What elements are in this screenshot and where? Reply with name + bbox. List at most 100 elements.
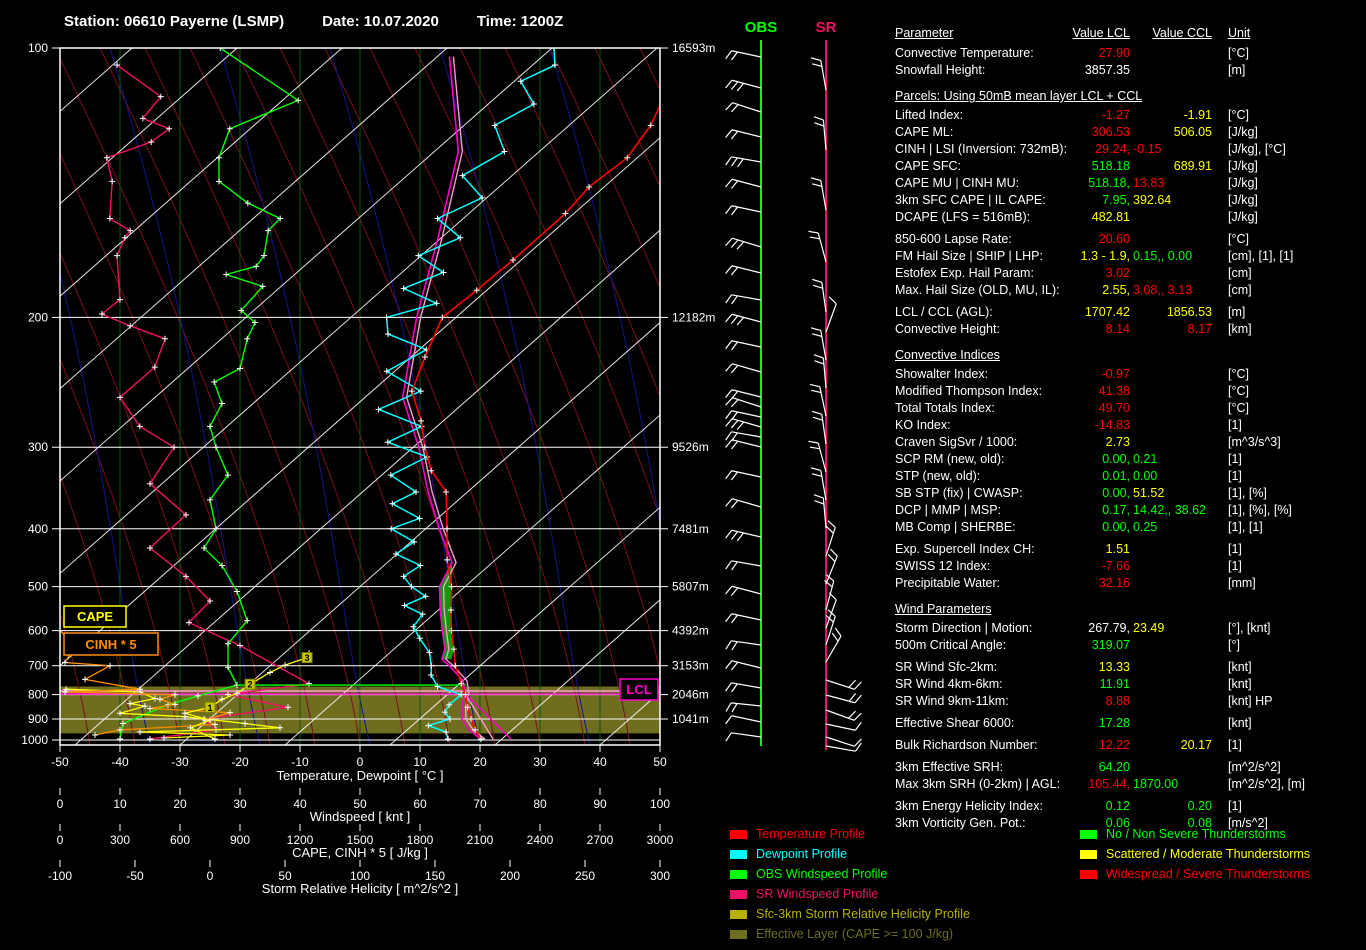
- param-label: Convective Height:: [895, 322, 1000, 336]
- param-label: SCP RM (new, old):: [895, 452, 1005, 466]
- height-tick-label: 9526m: [672, 440, 709, 454]
- value-extra: 1870.00: [1133, 777, 1178, 791]
- value-ccl: -1.91: [1135, 108, 1212, 122]
- table-row: 3km Effective SRH:64.20[m^2/s^2]: [895, 760, 1365, 777]
- table-row: DCP | MMP | MSP:0.17, 14.42,, 38.62[1], …: [895, 503, 1365, 520]
- wind-barb: [726, 206, 761, 215]
- unit-label: [J/kg]: [1228, 125, 1258, 139]
- svg-text:CAPE: CAPE: [77, 609, 113, 624]
- value-lcl: 32.16: [1025, 576, 1130, 590]
- legend-label: Dewpoint Profile: [756, 847, 847, 861]
- axis-tick-label: 0: [57, 797, 64, 811]
- legend-item: OBS Windspeed Profile: [730, 864, 970, 884]
- unit-label: [°C]: [1228, 46, 1249, 60]
- legend-item: Scattered / Moderate Thunderstorms: [1080, 844, 1310, 864]
- unit-label: [J/kg]: [1228, 193, 1258, 207]
- wind-barb: [826, 722, 861, 730]
- table-section-title: Wind Parameters: [895, 602, 1365, 621]
- value-lcl: -14.83: [1025, 418, 1130, 432]
- unit-label: [mm]: [1228, 576, 1256, 590]
- wind-barb: [726, 238, 761, 249]
- value-lcl: 3857.35: [1025, 63, 1130, 77]
- svg-text:CINH * 5: CINH * 5: [85, 637, 136, 652]
- axis-tick-label: 60: [413, 797, 427, 811]
- param-label: 3km SFC CAPE | IL CAPE:: [895, 193, 1046, 207]
- wind-barb: [726, 130, 761, 139]
- legend-swatch-icon: [730, 850, 747, 859]
- value-ccl: 1856.53: [1135, 305, 1212, 319]
- param-label: SR Wind 4km-6km:: [895, 677, 1003, 691]
- value-lcl: 1707.42: [1025, 305, 1130, 319]
- unit-label: [1]: [1228, 799, 1242, 813]
- legend-item: Effective Layer (CAPE >= 100 J/kg): [730, 924, 970, 944]
- param-label: 3km Energy Helicity Index:: [895, 799, 1043, 813]
- height-tick-label: 16593m: [672, 41, 715, 55]
- unit-label: [1], [%], [%]: [1228, 503, 1292, 517]
- param-label: 3km Effective SRH:: [895, 760, 1003, 774]
- pressure-tick-label: 1000: [21, 733, 48, 747]
- table-row: CAPE ML:306.53506.05[J/kg]: [895, 125, 1365, 142]
- height-tick-label: 3153m: [672, 659, 709, 673]
- wind-barb: [726, 641, 761, 650]
- axis-tick-label: 2400: [527, 833, 554, 847]
- param-label: 850-600 Lapse Rate:: [895, 232, 1012, 246]
- value-extra: -0.15: [1133, 142, 1162, 156]
- table-row: Convective Height:8.148.17[km]: [895, 322, 1365, 339]
- value-ccl: 0.20: [1135, 799, 1212, 813]
- table-row: STP (new, old):0.01, 0.00[1]: [895, 469, 1365, 486]
- value-lcl: 41.38: [1025, 384, 1130, 398]
- axis-tick-label: 90: [593, 797, 607, 811]
- wind-barb: [726, 716, 761, 724]
- param-label: Precipitable Water:: [895, 576, 1000, 590]
- axis-tick-label: 250: [575, 869, 595, 883]
- value-lcl: 518.18: [1025, 159, 1130, 173]
- param-label: 500m Critical Angle:: [895, 638, 1006, 652]
- unit-label: [1]: [1228, 452, 1242, 466]
- value-lcl: 8.14: [1025, 322, 1130, 336]
- legend-label: Effective Layer (CAPE >= 100 J/kg): [756, 927, 953, 941]
- value-extra: 0.00: [1133, 469, 1157, 483]
- wind-barb: [814, 117, 826, 150]
- table-row: 3km Energy Helicity Index:0.120.20[1]: [895, 799, 1365, 816]
- wind-barb: [726, 419, 761, 430]
- table-row: Showalter Index:-0.97[°C]: [895, 367, 1365, 384]
- axis-tick-label: 600: [170, 833, 190, 847]
- wind-barb: [726, 295, 761, 304]
- wind-barb: [726, 411, 761, 420]
- axis-tick-label: -100: [48, 869, 72, 883]
- legend-item: Widespread / Severe Thunderstorms: [1080, 864, 1310, 884]
- legend-swatch-icon: [1080, 850, 1097, 859]
- wind-barb: [826, 521, 835, 556]
- legend-swatch-icon: [1080, 830, 1097, 839]
- axis-tick-label: 80: [533, 797, 547, 811]
- param-label: LCL / CCL (AGL):: [895, 305, 993, 319]
- wind-barb: [726, 341, 761, 350]
- table-row: Lifted Index:-1.27-1.91[°C]: [895, 108, 1365, 125]
- value-extra: 0.21: [1133, 452, 1157, 466]
- legend-swatch-icon: [730, 830, 747, 839]
- table-row: SWISS 12 Index:-7.66[1]: [895, 559, 1365, 576]
- unit-label: [km]: [1228, 322, 1252, 336]
- table-header: Parameter Value LCL Value CCL Unit: [895, 26, 1365, 46]
- value-extra: 23.49: [1133, 621, 1164, 635]
- axis-tick-label: 0: [57, 833, 64, 847]
- unit-label: [°]: [1228, 638, 1240, 652]
- height-tick-label: 2046m: [672, 688, 709, 702]
- value-lcl: -7.66: [1025, 559, 1130, 573]
- col-value-ccl: Value CCL: [1135, 26, 1212, 40]
- param-label: DCAPE (LFS = 516mB):: [895, 210, 1030, 224]
- unit-label: [1]: [1228, 559, 1242, 573]
- wind-barb: [826, 680, 861, 689]
- value-lcl: 0.17,: [1025, 503, 1130, 517]
- wind-barb: [811, 178, 826, 210]
- param-label: KO Index:: [895, 418, 951, 432]
- sr-column-label: SR: [816, 19, 837, 36]
- table-row: 500m Critical Angle:319.07[°]: [895, 638, 1365, 655]
- wind-barb: [808, 231, 826, 262]
- value-ccl: 689.91: [1135, 159, 1212, 173]
- value-lcl: 12.22: [1025, 738, 1130, 752]
- table-row: MB Comp | SHERBE:0.00, 0.25[1], [1]: [895, 520, 1365, 537]
- wind-barb: [826, 593, 836, 628]
- param-label: Effective Shear 6000:: [895, 716, 1014, 730]
- axis-tick-label: 2700: [587, 833, 614, 847]
